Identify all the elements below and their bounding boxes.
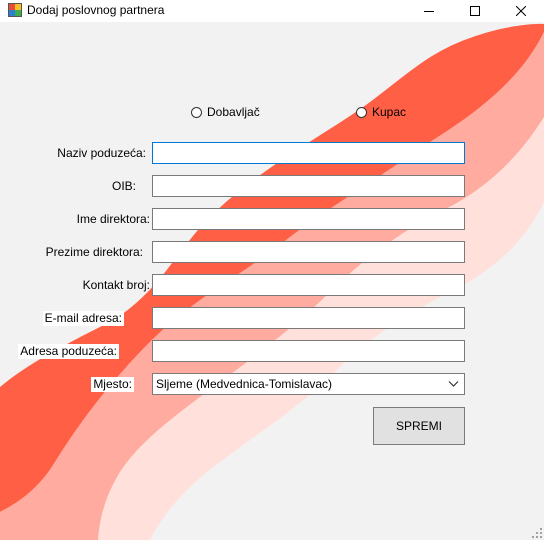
director-last-name-label: Prezime direktora: (45, 245, 143, 259)
radio-circle[interactable] (191, 106, 202, 118)
resize-grip-icon[interactable] (532, 528, 542, 538)
app-icon (8, 3, 22, 17)
company-address-label: Adresa poduzeća: (18, 344, 119, 359)
chevron-down-icon[interactable] (448, 378, 459, 389)
close-icon (516, 6, 526, 16)
city-label: Mjesto: (91, 377, 134, 392)
company-address-input[interactable] (152, 340, 465, 362)
title-bar[interactable]: Dodaj poslovnog partnera (0, 0, 544, 22)
director-first-name-input[interactable] (152, 208, 465, 230)
radio-dobavljac[interactable]: Dobavljač (191, 105, 260, 119)
maximize-button[interactable] (452, 0, 498, 22)
director-last-name-input[interactable] (152, 241, 465, 263)
email-label: E-mail adresa: (42, 311, 124, 326)
oib-input[interactable] (152, 175, 465, 197)
company-name-input[interactable] (152, 142, 465, 164)
radio-kupac[interactable]: Kupac (356, 105, 406, 119)
contact-number-input[interactable] (152, 274, 465, 296)
contact-number-label: Kontakt broj: (82, 278, 150, 292)
company-name-label: Naziv poduzeća: (57, 146, 146, 160)
email-input[interactable] (152, 307, 465, 329)
radio-label: Kupac (372, 105, 407, 119)
dialog-window: Dodaj poslovnog partnera Dobavljač Kupac… (0, 0, 544, 540)
minimize-button[interactable] (406, 0, 452, 22)
close-button[interactable] (498, 0, 544, 22)
window-title: Dodaj poslovnog partnera (27, 3, 165, 17)
form-area: Dobavljač Kupac Naziv poduzeća: OIB: Ime… (0, 22, 544, 540)
city-dropdown[interactable]: Sljeme (Medvednica-Tomislavac) (152, 373, 465, 395)
city-selected-value: Sljeme (Medvednica-Tomislavac) (156, 377, 333, 391)
minimize-icon (424, 11, 434, 12)
maximize-icon (470, 6, 480, 16)
radio-circle[interactable] (356, 106, 367, 118)
radio-label: Dobavljač (207, 105, 260, 119)
oib-label: OIB: (111, 179, 136, 193)
save-button[interactable]: SPREMI (373, 407, 465, 445)
director-first-name-label: Ime direktora: (76, 212, 150, 226)
